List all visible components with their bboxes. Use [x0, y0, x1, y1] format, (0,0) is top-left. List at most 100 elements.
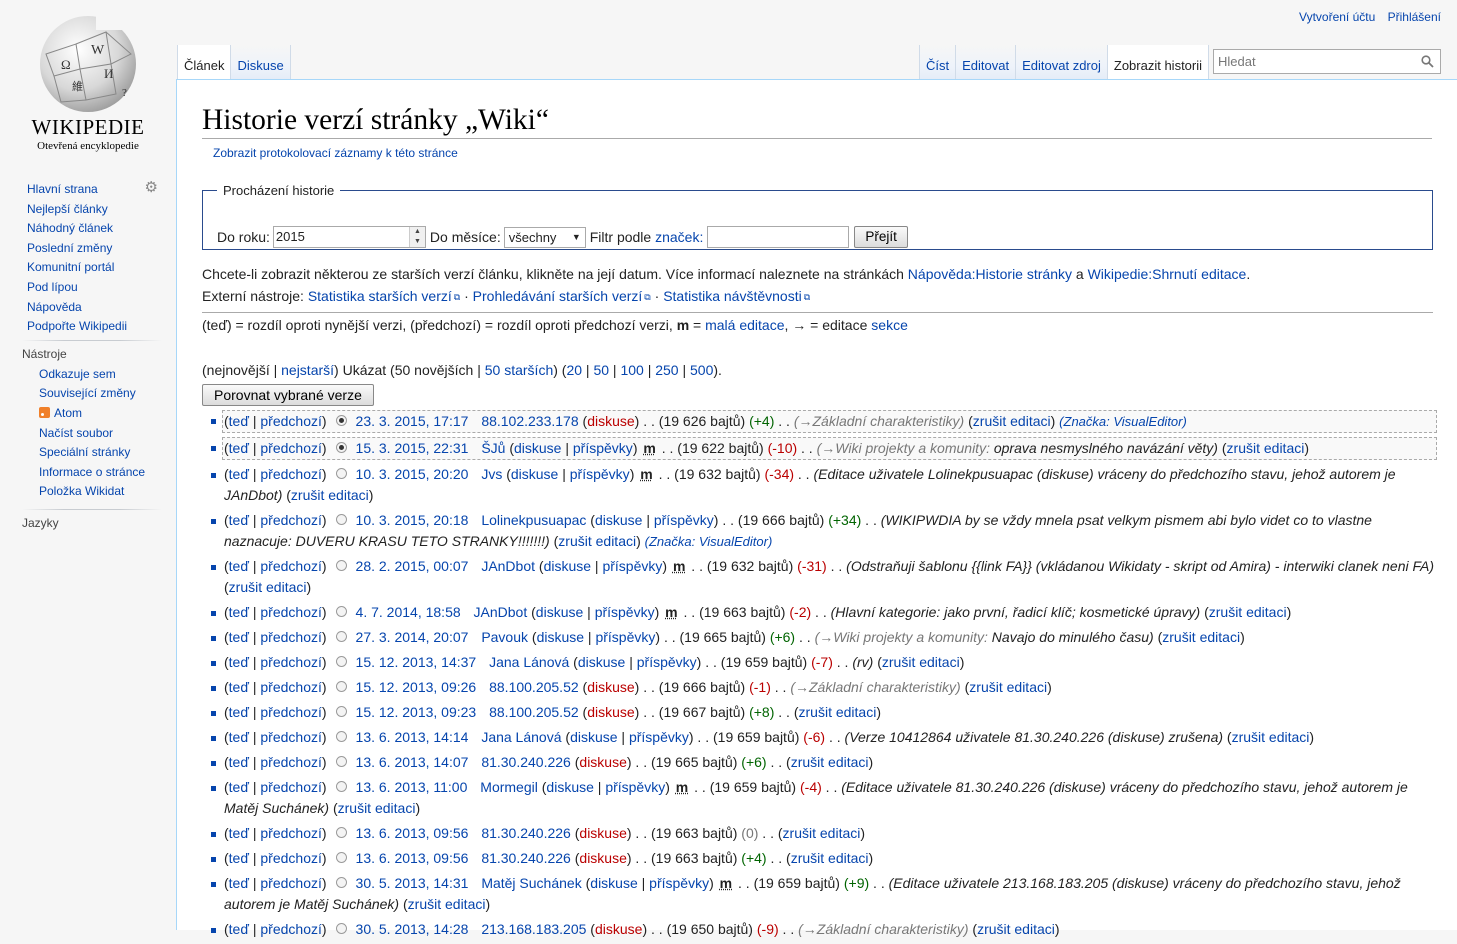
year-input[interactable]: 2015 ▲ ▼	[272, 226, 426, 248]
diff-current-link[interactable]: teď	[229, 512, 249, 528]
tool-what-links-here[interactable]: Odkazuje sem	[39, 367, 116, 381]
revision-radio[interactable]	[335, 731, 347, 742]
sidebar-item-random[interactable]: Náhodný článek	[27, 221, 113, 235]
diff-current-link[interactable]: teď	[229, 779, 249, 795]
user-link[interactable]: 213.168.183.205	[481, 921, 586, 937]
section-summary[interactable]: (→Wiki projekty a komunity:	[817, 440, 990, 456]
undo-link[interactable]: zrušit editaci	[791, 850, 869, 866]
revision-radio[interactable]	[335, 415, 347, 426]
month-select[interactable]: všechny ▼	[503, 226, 586, 248]
user-link[interactable]: Jana Lánová	[489, 654, 569, 670]
tool-wikidata-item[interactable]: Položka Wikidat	[39, 484, 124, 498]
undo-link[interactable]: zrušit editaci	[1209, 604, 1287, 620]
sidebar-item-featured[interactable]: Nejlepší články	[27, 202, 108, 216]
diff-previous-link[interactable]: předchozí	[260, 440, 321, 456]
user-talk-link[interactable]: diskuse	[595, 512, 642, 528]
user-contribs-link[interactable]: příspěvky	[595, 604, 655, 620]
revision-date-link[interactable]: 10. 3. 2015, 20:20	[356, 466, 469, 482]
user-talk-link[interactable]: diskuse	[579, 850, 626, 866]
revision-date-link[interactable]: 15. 12. 2013, 09:23	[356, 704, 477, 720]
gear-icon[interactable]: ⚙	[145, 178, 158, 196]
diff-current-link[interactable]: teď	[229, 654, 249, 670]
undo-link[interactable]: zrušit editaci	[408, 896, 486, 912]
diff-current-link[interactable]: teď	[229, 921, 249, 937]
revision-date-link[interactable]: 23. 3. 2015, 17:17	[356, 413, 469, 429]
spin-down-icon[interactable]: ▼	[410, 237, 425, 247]
tag-filter-input[interactable]	[707, 226, 850, 248]
revision-radio[interactable]	[335, 656, 347, 667]
user-talk-link[interactable]: diskuse	[587, 679, 634, 695]
sidebar-item-main-page[interactable]: Hlavní strana	[27, 182, 98, 196]
search-input[interactable]	[1214, 50, 1414, 73]
diff-previous-link[interactable]: předchozí	[260, 654, 321, 670]
tab-edit[interactable]: Editovat	[956, 45, 1017, 80]
revision-date-link[interactable]: 13. 6. 2013, 09:56	[356, 825, 469, 841]
revision-radio[interactable]	[335, 442, 347, 453]
section-summary[interactable]: (→Základní charakteristiky)	[790, 679, 960, 695]
diff-previous-link[interactable]: předchozí	[260, 604, 321, 620]
go-button[interactable]: Přejít	[854, 226, 908, 248]
user-talk-link[interactable]: diskuse	[570, 729, 617, 745]
user-contribs-link[interactable]: příspěvky	[595, 629, 655, 645]
user-link[interactable]: JAnDbot	[474, 604, 528, 620]
help-history-link[interactable]: Nápověda:Historie stránky	[908, 266, 1072, 282]
diff-current-link[interactable]: teď	[229, 875, 249, 891]
limit-500-link[interactable]: 500	[690, 362, 713, 378]
limit-250-link[interactable]: 250	[655, 362, 678, 378]
undo-link[interactable]: zrušit editaci	[783, 825, 861, 841]
diff-previous-link[interactable]: předchozí	[260, 679, 321, 695]
search-icon[interactable]	[1421, 55, 1434, 68]
undo-link[interactable]: zrušit editaci	[791, 754, 869, 770]
diff-current-link[interactable]: teď	[229, 704, 249, 720]
revision-date-link[interactable]: 4. 7. 2014, 18:58	[356, 604, 461, 620]
create-account-link[interactable]: Vytvoření účtu	[1299, 10, 1375, 24]
tag-visualeditor[interactable]: (Značka: VisualEditor)	[645, 534, 773, 549]
ext-revision-search-link[interactable]: Prohledávání starších verzí	[473, 288, 643, 304]
revision-radio[interactable]	[335, 514, 347, 525]
user-talk-link[interactable]: diskuse	[595, 921, 642, 937]
revision-date-link[interactable]: 27. 3. 2014, 20:07	[356, 629, 469, 645]
login-link[interactable]: Přihlášení	[1388, 10, 1441, 24]
revision-date-link[interactable]: 28. 2. 2015, 00:07	[356, 558, 469, 574]
diff-previous-link[interactable]: předchozí	[260, 921, 321, 937]
diff-previous-link[interactable]: předchozí	[260, 875, 321, 891]
user-link[interactable]: 81.30.240.226	[481, 825, 571, 841]
undo-link[interactable]: zrušit editaci	[338, 800, 416, 816]
user-talk-link[interactable]: diskuse	[544, 558, 591, 574]
tab-read[interactable]: Číst	[919, 45, 957, 80]
revision-radio[interactable]	[335, 706, 347, 717]
user-contribs-link[interactable]: příspěvky	[573, 440, 633, 456]
sidebar-item-village-pump[interactable]: Pod lípou	[27, 280, 78, 294]
limit-20-link[interactable]: 20	[566, 362, 582, 378]
user-contribs-link[interactable]: příspěvky	[602, 558, 662, 574]
diff-current-link[interactable]: teď	[229, 466, 249, 482]
user-talk-link[interactable]: diskuse	[546, 779, 593, 795]
diff-previous-link[interactable]: předchozí	[260, 850, 321, 866]
user-talk-link[interactable]: diskuse	[537, 629, 584, 645]
section-summary[interactable]: (→Wiki projekty a komunity:	[815, 629, 988, 645]
revision-radio[interactable]	[335, 923, 347, 934]
tab-talk[interactable]: Diskuse	[231, 45, 291, 80]
user-link[interactable]: Jvs	[481, 466, 502, 482]
section-summary[interactable]: (→Základní charakteristiky)	[798, 921, 968, 937]
spin-up-icon[interactable]: ▲	[410, 227, 425, 237]
revision-date-link[interactable]: 15. 3. 2015, 22:31	[356, 440, 469, 456]
diff-current-link[interactable]: teď	[229, 604, 249, 620]
undo-link[interactable]: zrušit editaci	[799, 704, 877, 720]
revision-date-link[interactable]: 15. 12. 2013, 14:37	[356, 654, 477, 670]
languages-heading[interactable]: Jazyky	[22, 508, 176, 530]
undo-link[interactable]: zrušit editaci	[1232, 729, 1310, 745]
diff-previous-link[interactable]: předchozí	[260, 825, 321, 841]
limit-50-link[interactable]: 50	[593, 362, 609, 378]
diff-current-link[interactable]: teď	[229, 440, 249, 456]
undo-link[interactable]: zrušit editaci	[969, 679, 1047, 695]
diff-previous-link[interactable]: předchozí	[260, 729, 321, 745]
diff-previous-link[interactable]: předchozí	[260, 512, 321, 528]
user-link[interactable]: 88.102.233.178	[481, 413, 578, 429]
user-link[interactable]: Jana Lánová	[481, 729, 561, 745]
user-contribs-link[interactable]: příspěvky	[637, 654, 697, 670]
tool-related-changes[interactable]: Související změny	[39, 386, 136, 400]
diff-current-link[interactable]: teď	[229, 629, 249, 645]
undo-link[interactable]: zrušit editaci	[973, 413, 1051, 429]
undo-link[interactable]: zrušit editaci	[291, 487, 369, 503]
